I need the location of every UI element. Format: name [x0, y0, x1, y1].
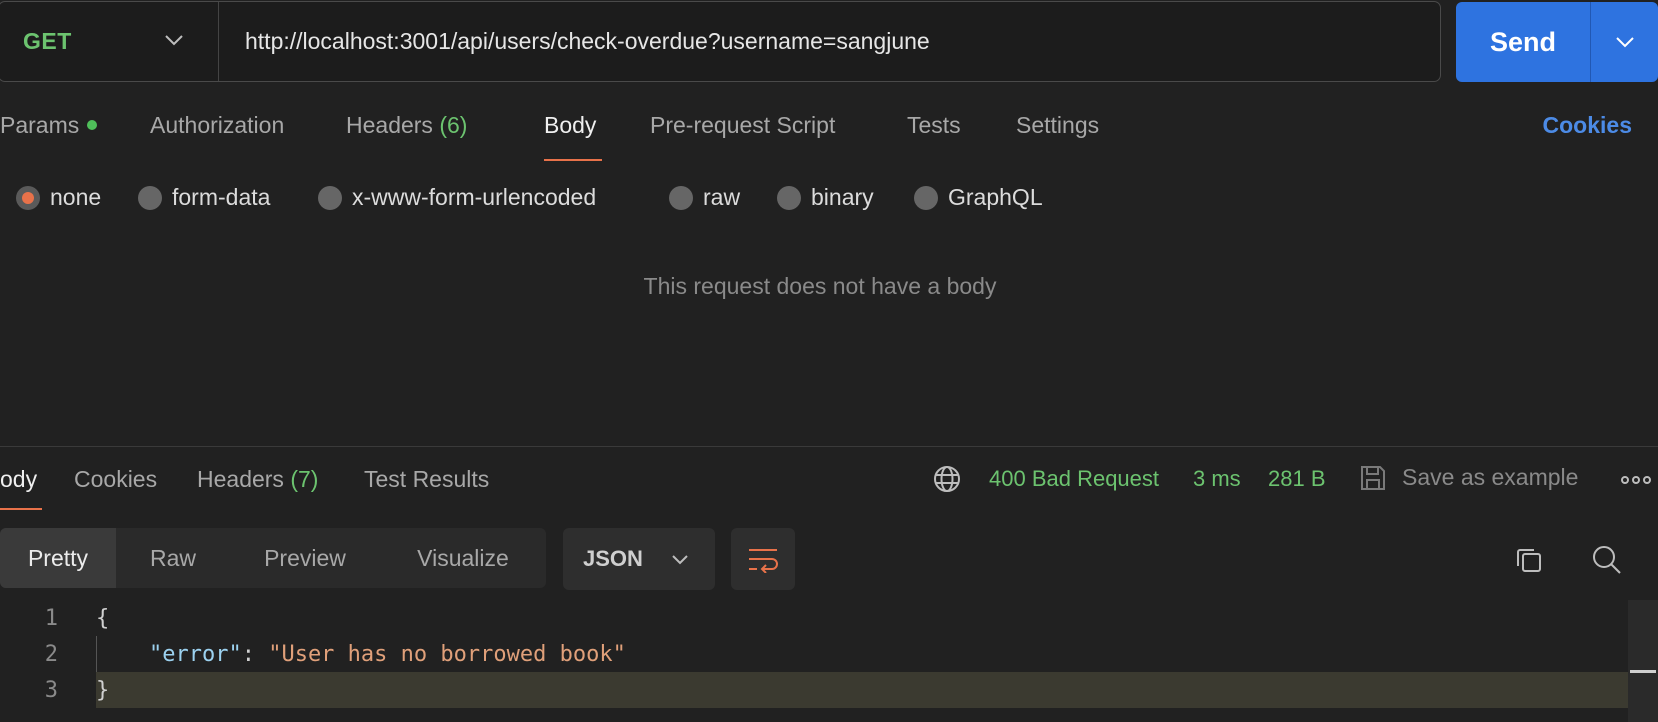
- save-icon: [1361, 466, 1385, 490]
- code-text: {: [96, 605, 110, 631]
- radio-icon: [914, 185, 938, 210]
- headers-count: (6): [439, 112, 468, 138]
- tab-params[interactable]: Params: [0, 112, 98, 139]
- active-tab-underline: [544, 159, 602, 161]
- radio-icon: [318, 185, 342, 210]
- wrap-lines-button[interactable]: [731, 528, 795, 590]
- search-button[interactable]: [1587, 540, 1627, 580]
- method-label: GET: [23, 28, 72, 54]
- response-headers-count: (7): [290, 466, 319, 492]
- tab-headers[interactable]: Headers (6): [346, 112, 467, 139]
- json-key: "error": [148, 641, 242, 667]
- code-text: "error": "User has no borrowed book": [148, 641, 626, 667]
- radio-x-www-form-urlencoded[interactable]: x-www-form-urlencoded: [318, 184, 596, 211]
- copy-button[interactable]: [1509, 540, 1549, 580]
- radio-none[interactable]: none: [16, 184, 101, 211]
- response-tab-cookies[interactable]: Cookies: [74, 466, 157, 493]
- code-line: 1 {: [0, 600, 1628, 636]
- line-number: 2: [44, 641, 58, 667]
- more-options-icon[interactable]: [1620, 474, 1652, 486]
- response-status[interactable]: 400 Bad Request: [989, 466, 1159, 492]
- cookies-link[interactable]: Cookies: [1543, 112, 1632, 139]
- url-input[interactable]: http://localhost:3001/api/users/check-ov…: [219, 28, 930, 55]
- view-visualize[interactable]: Visualize: [380, 528, 546, 588]
- response-view-modes: Pretty Raw Preview Visualize: [0, 528, 546, 588]
- view-preview[interactable]: Preview: [230, 528, 380, 588]
- tab-tests[interactable]: Tests: [907, 112, 961, 139]
- tab-pre-request-script[interactable]: Pre-request Script: [650, 112, 835, 139]
- line-number: 1: [44, 605, 58, 631]
- tab-settings[interactable]: Settings: [1016, 112, 1099, 139]
- empty-body-message: This request does not have a body: [643, 273, 997, 299]
- send-button[interactable]: Send: [1456, 2, 1591, 82]
- radio-icon: [669, 185, 693, 210]
- code-line: 2 "error": "User has no borrowed book": [0, 636, 1628, 672]
- request-tabs: Params Authorization Headers (6) Body Pr…: [0, 112, 1658, 162]
- view-pretty[interactable]: Pretty: [0, 528, 116, 588]
- search-icon: [1593, 546, 1621, 574]
- radio-icon: [777, 185, 801, 210]
- scrollbar[interactable]: [1628, 600, 1658, 722]
- url-bar: GET http://localhost:3001/api/users/chec…: [0, 1, 1441, 82]
- wrap-lines-icon: [749, 549, 778, 573]
- tab-authorization[interactable]: Authorization: [150, 112, 284, 139]
- response-tab-headers[interactable]: Headers (7): [197, 466, 318, 493]
- json-string-value: "User has no borrowed book": [268, 641, 626, 667]
- pane-divider[interactable]: [0, 446, 1658, 447]
- radio-form-data[interactable]: form-data: [138, 184, 270, 211]
- chevron-down-icon: [165, 35, 183, 46]
- globe-icon[interactable]: [932, 464, 962, 494]
- radio-binary[interactable]: binary: [777, 184, 874, 211]
- response-tab-test-results[interactable]: Test Results: [364, 466, 489, 493]
- chevron-down-icon: [672, 555, 688, 565]
- response-code-viewer[interactable]: 1 { 2 "error": "User has no borrowed boo…: [0, 600, 1658, 722]
- line-number: 3: [44, 677, 58, 703]
- scrollbar-marker: [1630, 670, 1656, 673]
- format-select[interactable]: JSON: [563, 528, 715, 590]
- code-line-highlighted: 3 }: [45, 672, 1628, 708]
- radio-checked-icon: [16, 185, 40, 210]
- radio-graphql[interactable]: GraphQL: [914, 184, 1043, 211]
- view-raw[interactable]: Raw: [116, 528, 230, 588]
- indent-guide: [96, 636, 97, 672]
- send-button-group: Send: [1456, 2, 1658, 82]
- code-text: }: [96, 677, 110, 703]
- tab-body[interactable]: Body: [544, 112, 596, 139]
- copy-icon: [1517, 549, 1541, 572]
- response-time[interactable]: 3 ms: [1193, 466, 1241, 492]
- response-size[interactable]: 281 B: [1268, 466, 1326, 492]
- save-as-example-button[interactable]: Save as example: [1402, 464, 1578, 491]
- params-indicator-dot: [87, 119, 98, 130]
- radio-raw[interactable]: raw: [669, 184, 740, 211]
- response-active-tab-underline: [0, 508, 42, 510]
- response-tab-body[interactable]: ody: [0, 466, 37, 493]
- method-select[interactable]: GET: [0, 2, 219, 81]
- radio-icon: [138, 185, 162, 210]
- send-options-button[interactable]: [1591, 2, 1658, 82]
- chevron-down-icon: [1615, 37, 1634, 48]
